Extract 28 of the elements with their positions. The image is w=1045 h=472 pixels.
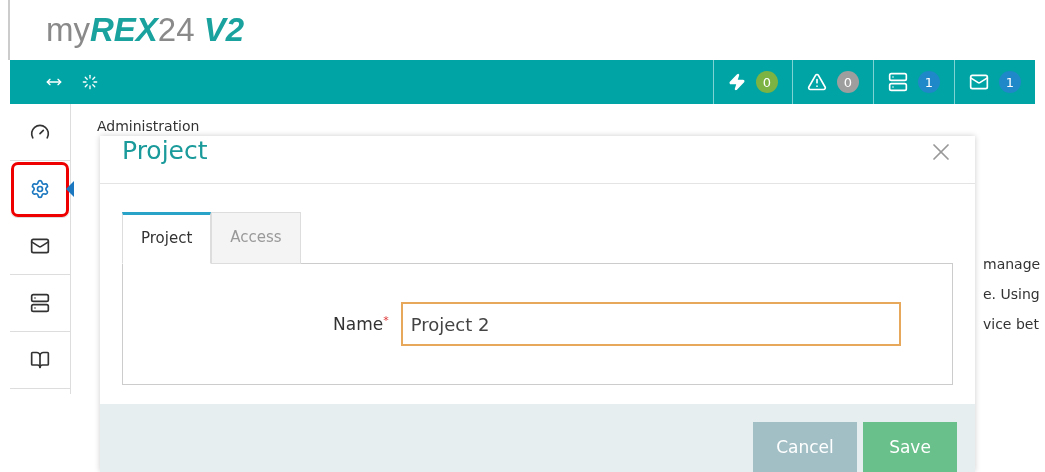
tab[interactable]: Project [122, 212, 212, 264]
mail-icon[interactable] [969, 72, 989, 92]
description-text: e. Using [983, 286, 1041, 302]
lightning-icon[interactable] [728, 73, 746, 91]
save-button[interactable]: Save [863, 422, 957, 472]
book-icon [30, 350, 50, 370]
caret-icon [66, 181, 74, 197]
warning-icon[interactable] [807, 72, 827, 92]
cancel-button[interactable]: Cancel [753, 422, 857, 472]
dialog-title: Project [122, 138, 208, 163]
spinner-icon [82, 74, 98, 90]
server-icon [30, 293, 50, 313]
tab[interactable]: Access [211, 212, 301, 264]
count-badge: 1 [999, 71, 1021, 93]
app-logo: myREX24 V2 [46, 11, 245, 49]
server-icon[interactable] [888, 72, 908, 92]
description-text: manage [983, 256, 1042, 272]
breadcrumb: Administration [97, 118, 200, 134]
count-badge: 0 [837, 71, 859, 93]
field-label: Name [333, 314, 384, 335]
gears-icon [30, 179, 50, 199]
required-mark: * [383, 313, 389, 327]
name-input[interactable]: Project 2 [400, 302, 901, 346]
count-badge: 0 [756, 71, 778, 93]
gauge-icon [30, 122, 50, 142]
count-badge: 1 [918, 71, 940, 93]
mail-icon [30, 236, 50, 256]
description-text: vice bet [983, 316, 1040, 332]
